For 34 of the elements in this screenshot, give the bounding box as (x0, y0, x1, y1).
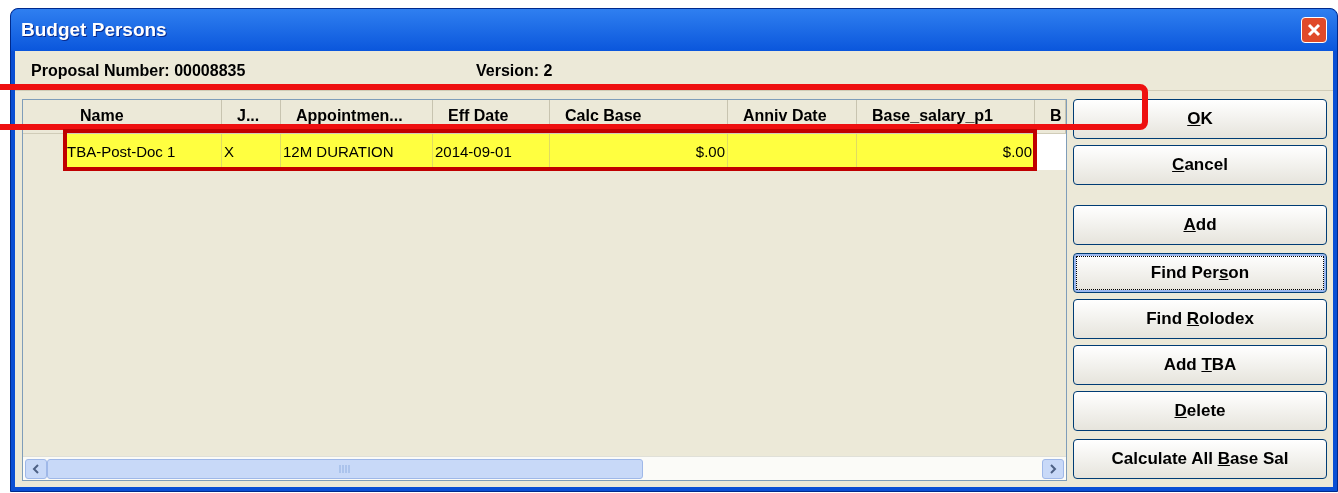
column-header[interactable]: Appointmen... (281, 100, 433, 133)
close-button[interactable] (1301, 17, 1327, 43)
table-cell-text: 2014-09-01 (435, 141, 512, 162)
table-row[interactable]: TBA-Post-Doc 1 X 12M DURATION 2014-09-01 $.00 $.00 (65, 134, 1035, 170)
dialog-button[interactable]: Add TBA (1073, 345, 1327, 385)
column-header[interactable]: Calc Base (550, 100, 728, 133)
column-header[interactable]: Name (65, 100, 222, 133)
column-header[interactable]: J... (222, 100, 281, 133)
dialog-button[interactable]: Find Person (1073, 253, 1327, 293)
dialog-button[interactable]: Find Rolodex (1073, 299, 1327, 339)
table-cell-text: 12M DURATION (283, 141, 394, 162)
dialog-button[interactable]: Add (1073, 205, 1327, 245)
table-cell-text: $.00 (1002, 141, 1032, 162)
version-label: Version: 2 (476, 60, 553, 81)
table-cell-text: $.00 (695, 141, 725, 162)
dialog-button[interactable]: Cancel (1073, 145, 1327, 185)
empty-cell (1035, 134, 1066, 170)
column-header[interactable]: Base_salary_p1 (857, 100, 1035, 133)
table-cell-text: TBA-Post-Doc 1 (67, 141, 176, 162)
dialog-button[interactable]: Calculate All Base Sal (1073, 439, 1327, 479)
column-header[interactable]: Anniv Date (728, 100, 857, 133)
dialog-button[interactable]: Delete (1073, 391, 1327, 431)
grip-icon (339, 464, 351, 473)
proposal-number: Proposal Number: 00008835 (31, 60, 247, 81)
dialog-button[interactable]: OK (1073, 99, 1327, 139)
scrollbar-thumb[interactable] (47, 458, 643, 479)
horizontal-scrollbar[interactable] (23, 456, 1066, 480)
column-header[interactable]: Eff Date (433, 100, 550, 133)
scroll-right-button[interactable] (1042, 458, 1064, 479)
table-cell-text: X (224, 141, 234, 162)
window-title: Budget Persons (21, 17, 167, 42)
close-icon (1307, 23, 1321, 37)
scroll-left-button[interactable] (25, 458, 47, 479)
column-header[interactable]: B (1035, 100, 1066, 133)
